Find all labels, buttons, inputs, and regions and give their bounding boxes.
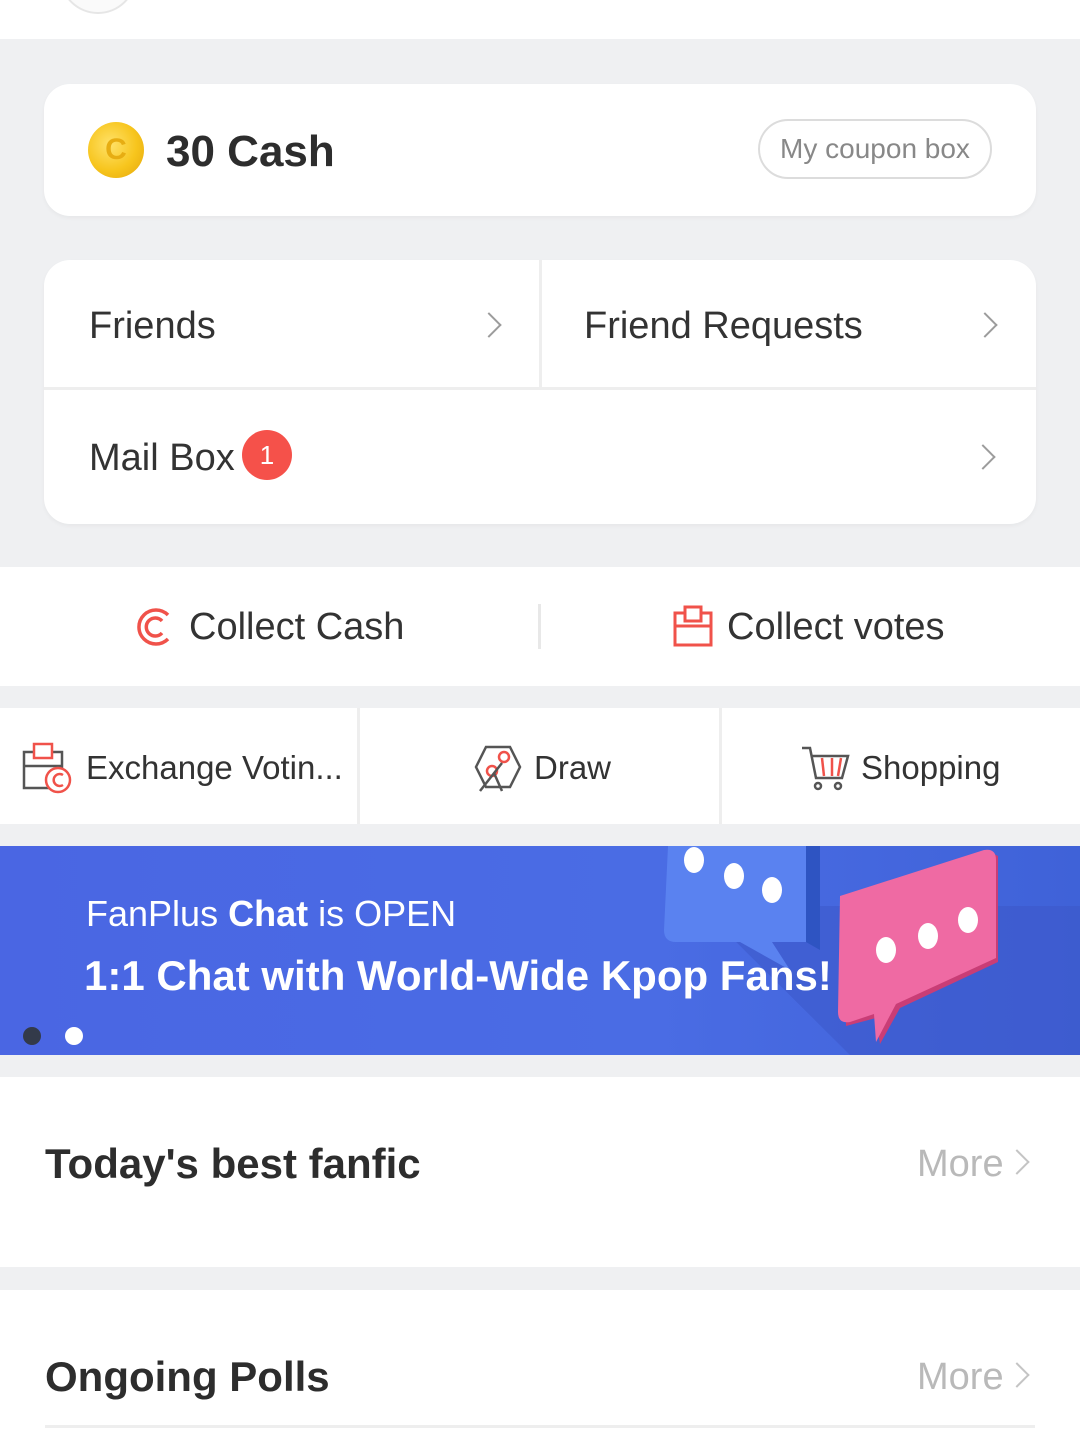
mail-box-label: Mail Box — [89, 437, 235, 479]
divider — [538, 604, 541, 649]
more-link[interactable]: More — [917, 1140, 1004, 1188]
cash-c-icon — [137, 608, 170, 646]
divider — [719, 708, 722, 824]
section-title: Ongoing Polls — [45, 1353, 330, 1400]
shopping-label: Shopping — [861, 749, 1001, 786]
exchange-voting-label: Exchange Votin... — [86, 749, 343, 786]
carousel-dot-2[interactable] — [65, 1027, 83, 1045]
collect-cash-label: Collect Cash — [189, 606, 405, 648]
friend-requests-label: Friend Requests — [584, 305, 863, 347]
divider — [45, 1425, 1035, 1428]
divider — [357, 708, 360, 824]
wallet-card: 30 Cash My coupon box — [44, 84, 1036, 216]
avatar[interactable] — [60, 0, 136, 14]
shopping-cart-icon — [802, 746, 850, 791]
mail-unread-badge: 1 — [242, 430, 292, 480]
cash-amount: 30 Cash — [166, 127, 335, 176]
chevron-right-icon — [1004, 1362, 1030, 1388]
my-coupon-box-button[interactable]: My coupon box — [758, 119, 992, 179]
friend-requests-item[interactable]: Friend Requests — [542, 260, 1036, 388]
draw-label: Draw — [534, 749, 612, 786]
banner-headline: 1:1 Chat with World-Wide Kpop Fans! — [84, 952, 832, 999]
chat-promo-banner[interactable]: FanPlus Chat is OPEN 1:1 Chat with World… — [0, 846, 1080, 1055]
more-link[interactable]: More — [917, 1353, 1004, 1401]
coin-icon — [88, 122, 144, 178]
profile-header-strip — [0, 0, 1080, 39]
chevron-right-icon — [1004, 1149, 1030, 1175]
friends-item[interactable]: Friends — [44, 260, 539, 388]
mail-box-item[interactable]: Mail Box — [44, 390, 1036, 524]
section-title: Today's best fanfic — [45, 1140, 421, 1187]
chevron-right-icon — [970, 444, 996, 470]
exchange-ballot-icon — [22, 742, 72, 794]
chevron-right-icon — [476, 312, 502, 338]
exchange-voting-button[interactable]: Exchange Votin... — [22, 742, 358, 794]
collect-votes-label: Collect votes — [727, 606, 945, 648]
social-menu-card: Friends Friend Requests Mail Box 1 — [44, 260, 1036, 524]
draw-icon — [474, 745, 522, 792]
friends-label: Friends — [89, 305, 216, 347]
ongoing-polls-section: Ongoing Polls More — [0, 1290, 1080, 1445]
banner-subtitle: FanPlus Chat is OPEN — [86, 893, 457, 934]
ballot-box-icon — [673, 605, 713, 647]
carousel-dot-1[interactable] — [23, 1027, 41, 1045]
collect-row: Collect Cash Collect votes — [0, 567, 1080, 686]
actions-row: Exchange Votin... Draw Shopping — [0, 708, 1080, 824]
best-fanfic-section: Today's best fanfic More — [0, 1077, 1080, 1267]
chevron-right-icon — [972, 312, 998, 338]
